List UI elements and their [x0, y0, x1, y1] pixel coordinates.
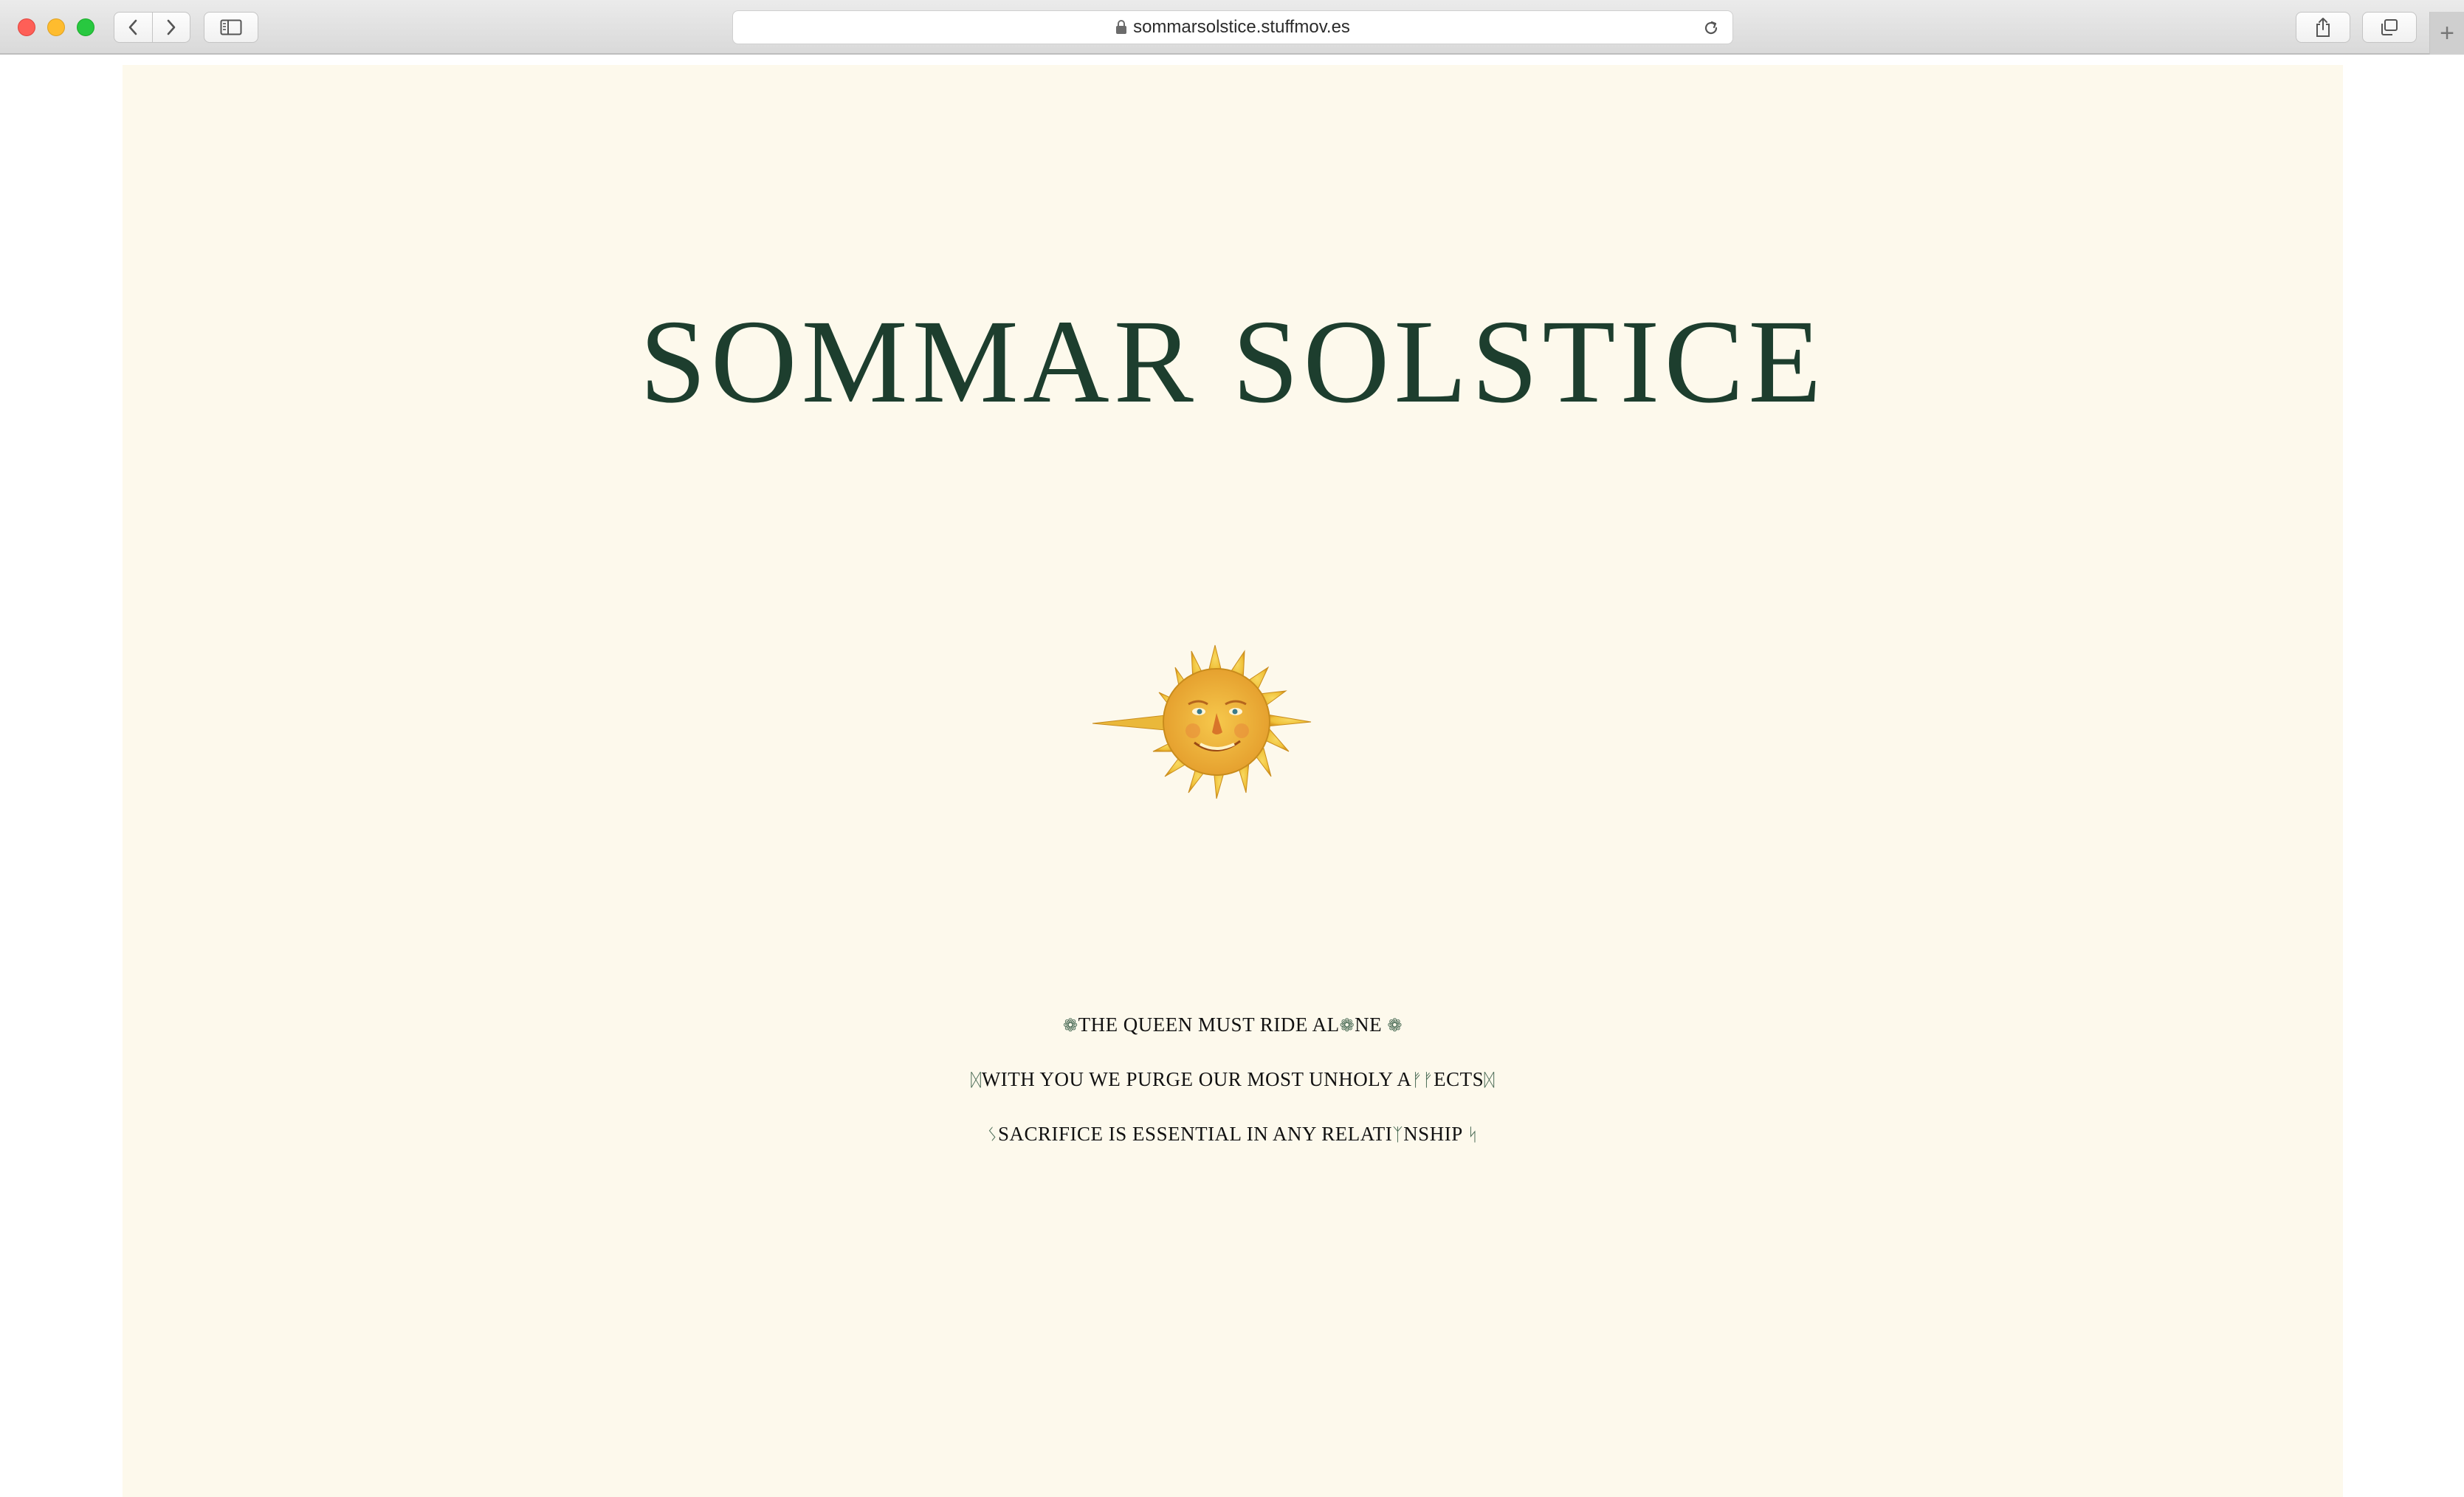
rune-icon: ᛋ: [1467, 1126, 1479, 1145]
url-text: sommarsolstice.stuffmov.es: [1133, 17, 1350, 37]
page-container: SOMMAR SOLSTICE ❁THE QUEEN MUST RIDE AL❁…: [123, 65, 2343, 1497]
share-icon: [2316, 18, 2330, 37]
maximize-window-button[interactable]: [77, 18, 94, 36]
web-viewport: SOMMAR SOLSTICE ❁THE QUEEN MUST RIDE AL❁…: [0, 55, 2464, 1497]
quote-line: ᛞWITH YOU WE PURGE OUR MOST UNHOLY AᚠᚠEC…: [970, 1068, 1496, 1090]
flower-icon: ❁: [1062, 1016, 1078, 1036]
lock-icon: [1116, 20, 1127, 34]
rune-icon: ᛞ: [1484, 1071, 1496, 1090]
chevron-left-icon: [128, 19, 137, 35]
flower-icon: ❁: [1387, 1016, 1403, 1036]
page-title: SOMMAR SOLSTICE: [639, 296, 1826, 428]
new-tab-button[interactable]: +: [2429, 12, 2464, 55]
quote-line: ❁THE QUEEN MUST RIDE AL❁NE ❁: [1062, 1014, 1403, 1036]
minimize-window-button[interactable]: [47, 18, 65, 36]
quote-line: ᛊSACRIFICE IS ESSENTIAL IN ANY RELATIᛉNS…: [987, 1123, 1479, 1145]
rune-icon: ᛞ: [970, 1071, 982, 1090]
show-tabs-button[interactable]: [2362, 12, 2417, 43]
quotes-list: ❁THE QUEEN MUST RIDE AL❁NE ❁ ᛞWITH YOU W…: [123, 1010, 2343, 1174]
tabs-overview-icon: [2381, 19, 2398, 35]
chevron-right-icon: [167, 19, 176, 35]
history-nav: [114, 12, 190, 43]
sidebar-icon: [220, 19, 242, 35]
sidebar-toggle-button[interactable]: [204, 12, 258, 43]
back-button[interactable]: [114, 13, 152, 42]
close-window-button[interactable]: [18, 18, 35, 36]
reload-icon: [1704, 21, 1718, 35]
sun-face-icon: [1092, 644, 1312, 799]
rune-icon: ᛊ: [987, 1126, 999, 1145]
forward-button[interactable]: [151, 13, 190, 42]
address-bar[interactable]: sommarsolstice.stuffmov.es: [732, 10, 1733, 44]
reload-button[interactable]: [1701, 18, 1721, 41]
share-button[interactable]: [2296, 12, 2350, 43]
browser-toolbar: sommarsolstice.stuffmov.es +: [0, 0, 2464, 55]
